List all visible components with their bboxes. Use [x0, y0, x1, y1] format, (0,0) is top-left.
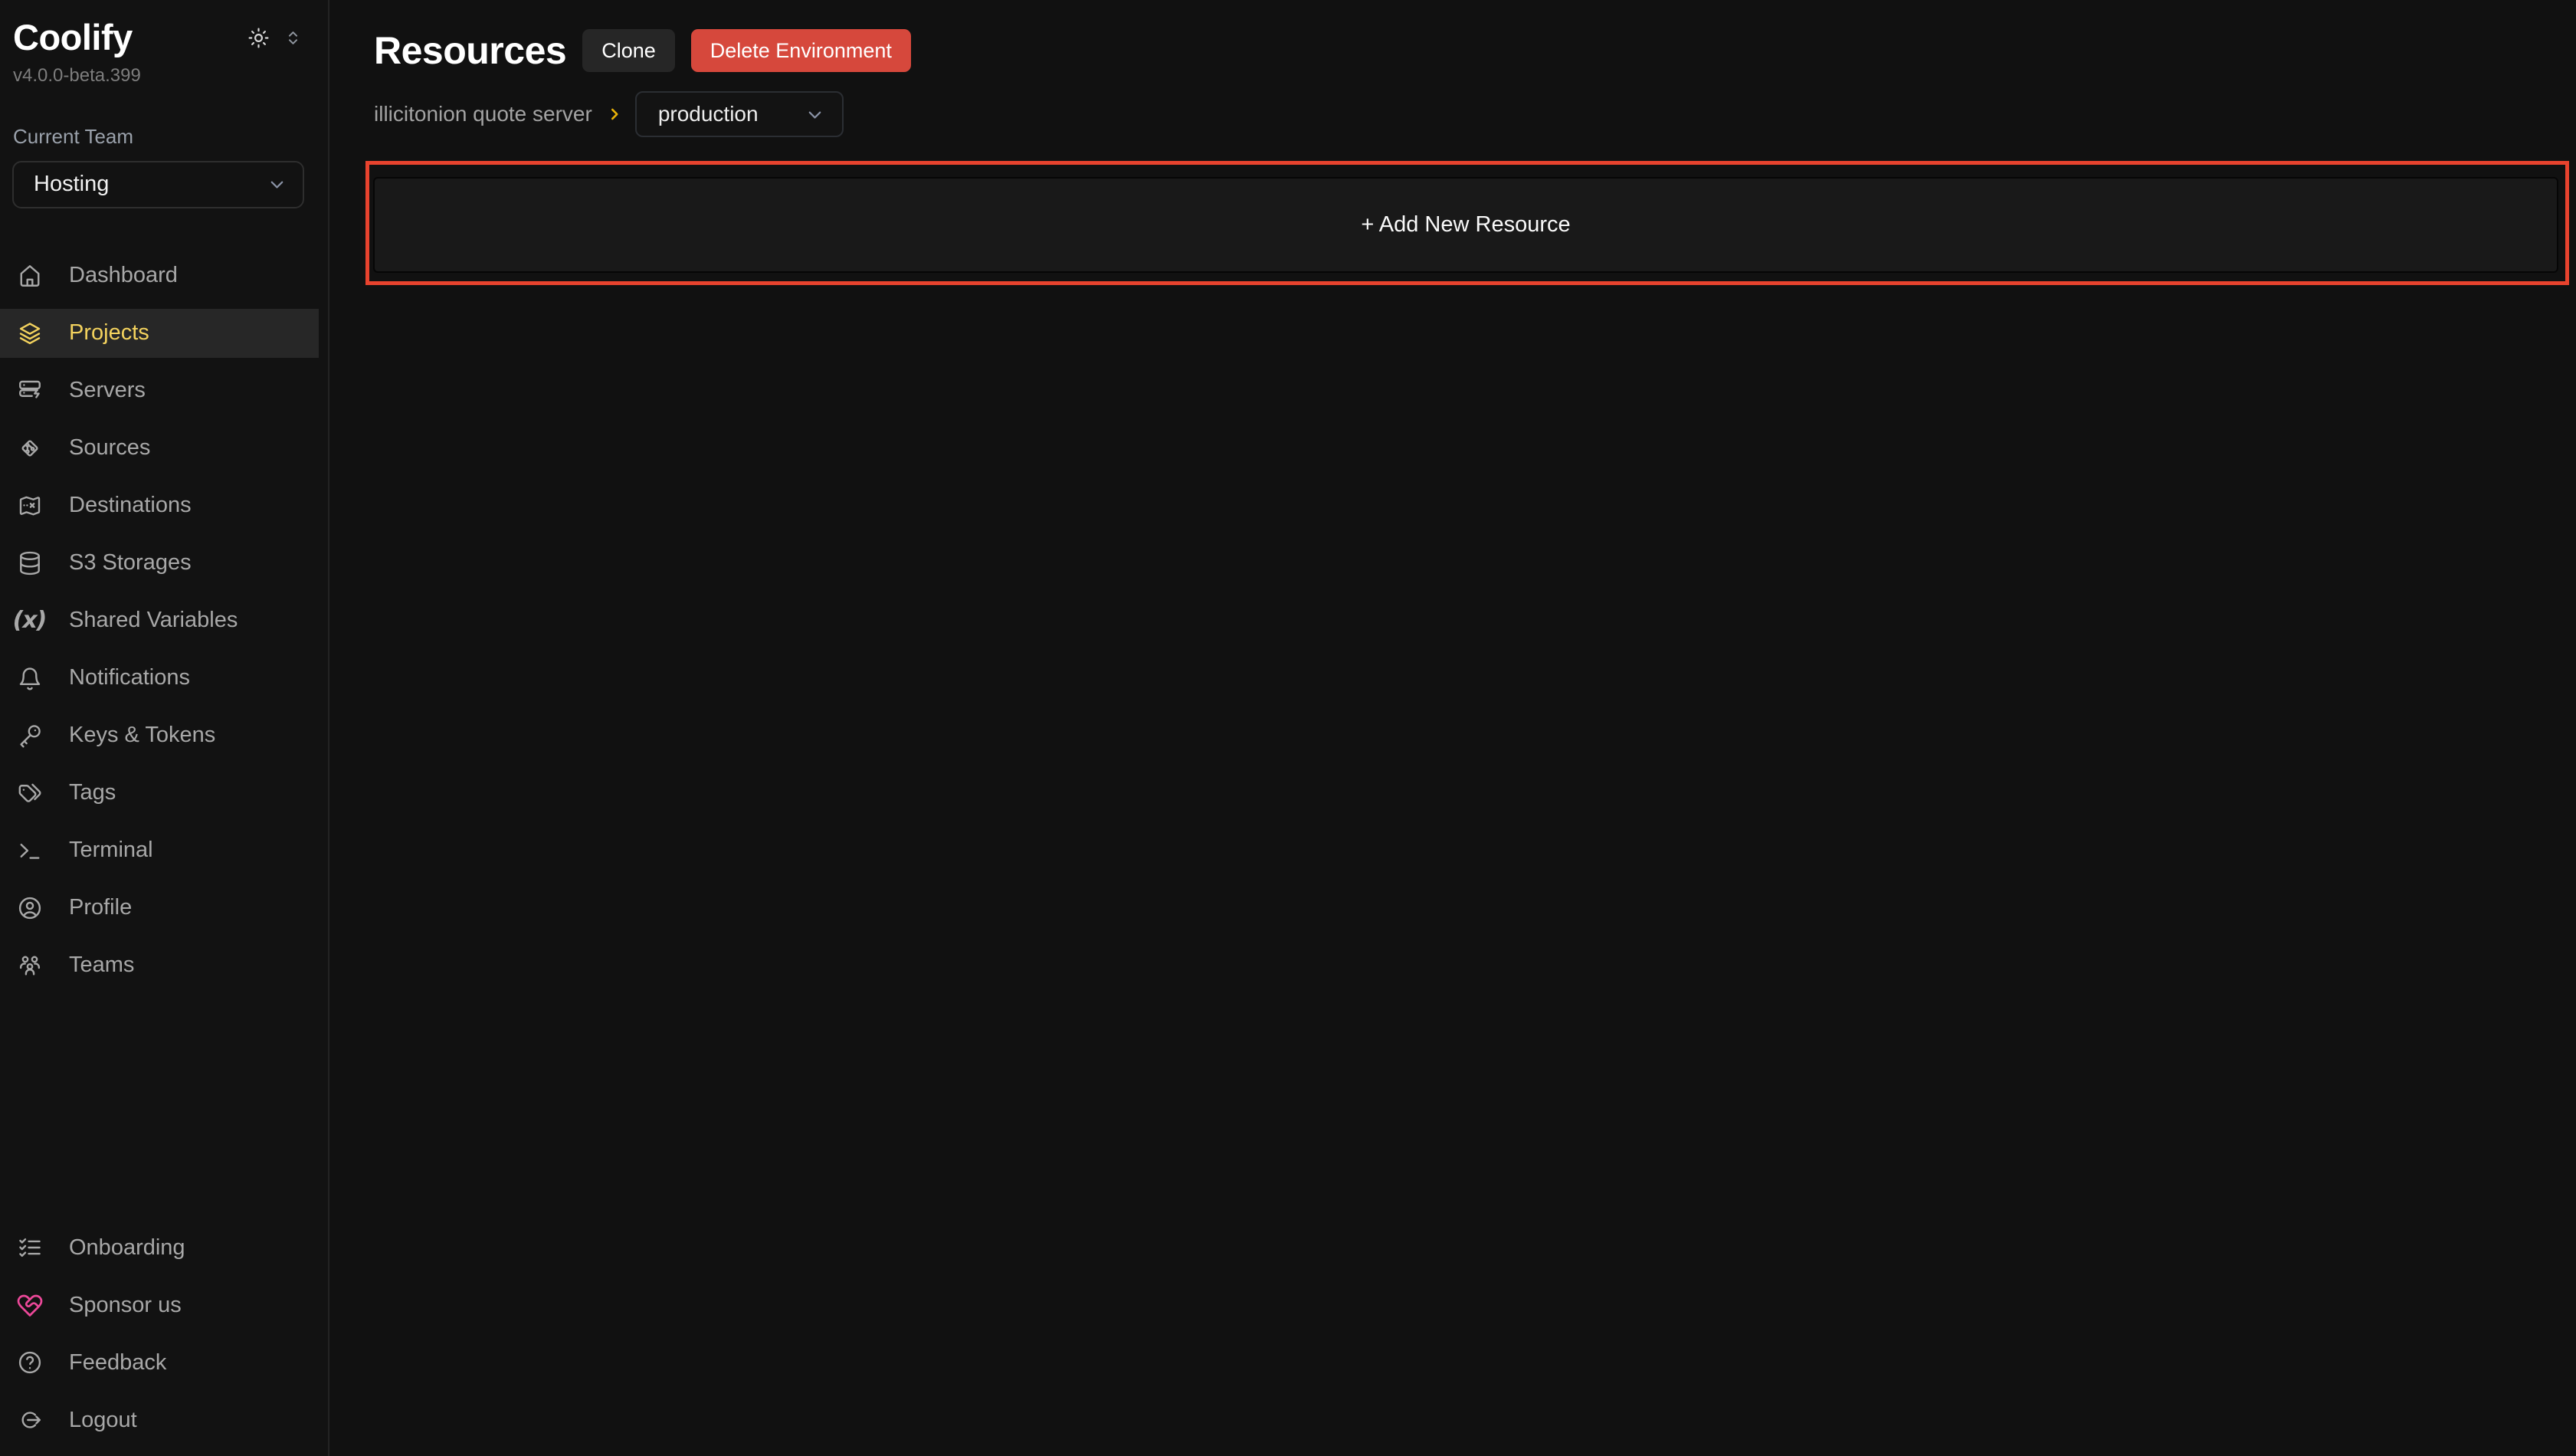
- team-select[interactable]: Hosting: [12, 161, 304, 208]
- clone-button[interactable]: Clone: [582, 29, 675, 72]
- sidebar-item-label: Servers: [69, 378, 146, 403]
- add-new-resource-label: + Add New Resource: [1361, 212, 1570, 238]
- sidebar-item-profile[interactable]: Profile: [0, 884, 319, 933]
- sidebar-item-label: S3 Storages: [69, 550, 192, 576]
- sidebar-item-label: Keys & Tokens: [69, 723, 215, 748]
- key-icon: [15, 721, 44, 749]
- sidebar-item-s3-storages[interactable]: S3 Storages: [0, 539, 319, 588]
- sidebar-item-notifications[interactable]: Notifications: [0, 654, 319, 703]
- user-circle-icon: [15, 894, 44, 922]
- logout-icon: [15, 1406, 44, 1435]
- page-title: Resources: [374, 28, 566, 73]
- chevron-down-icon: [267, 174, 287, 195]
- database-icon: [15, 549, 44, 577]
- sidebar: Coolify v4.0.0-beta.399 Current Team Hos…: [0, 0, 329, 1456]
- heart-hands-icon: [15, 1291, 44, 1320]
- sidebar-item-feedback[interactable]: Feedback: [0, 1338, 319, 1387]
- users-group-icon: [15, 951, 44, 979]
- sidebar-item-sponsor-us[interactable]: Sponsor us: [0, 1281, 319, 1330]
- sidebar-footer-nav: Onboarding Sponsor us Feedback: [0, 1223, 319, 1453]
- tags-icon: [15, 779, 44, 807]
- server-bolt-icon: [15, 376, 44, 405]
- breadcrumb: illicitonion quote server production: [374, 91, 2576, 137]
- sidebar-item-projects[interactable]: Projects: [0, 309, 319, 358]
- sidebar-item-label: Feedback: [69, 1350, 166, 1376]
- help-circle-icon: [15, 1349, 44, 1377]
- git-source-icon: [15, 434, 44, 462]
- sidebar-item-terminal[interactable]: Terminal: [0, 826, 319, 875]
- layers-icon: [15, 319, 44, 347]
- app-logo: Coolify: [13, 15, 133, 61]
- annotation-highlight-box: + Add New Resource: [365, 161, 2569, 285]
- sidebar-item-destinations[interactable]: Destinations: [0, 481, 319, 530]
- chevrons-up-down-icon[interactable]: [283, 28, 303, 48]
- sidebar-item-tags[interactable]: Tags: [0, 769, 319, 818]
- delete-environment-button[interactable]: Delete Environment: [691, 29, 911, 72]
- checklist-icon: [15, 1234, 44, 1262]
- sidebar-item-sources[interactable]: Sources: [0, 424, 319, 473]
- team-select-value: Hosting: [34, 172, 109, 197]
- sidebar-item-teams[interactable]: Teams: [0, 941, 319, 990]
- sidebar-item-label: Tags: [69, 780, 116, 805]
- breadcrumb-project-link[interactable]: illicitonion quote server: [374, 102, 592, 126]
- sidebar-item-label: Logout: [69, 1408, 137, 1433]
- app-version: v4.0.0-beta.399: [13, 65, 328, 87]
- sidebar-item-label: Teams: [69, 953, 134, 978]
- sidebar-item-label: Sponsor us: [69, 1293, 182, 1318]
- sidebar-nav: Dashboard Projects Servers: [0, 251, 319, 990]
- sidebar-item-servers[interactable]: Servers: [0, 366, 319, 415]
- sidebar-item-keys-tokens[interactable]: Keys & Tokens: [0, 711, 319, 760]
- map-x-icon: [15, 491, 44, 520]
- home-icon: [15, 261, 44, 290]
- environment-select-value: production: [658, 102, 759, 126]
- chevron-right-icon: [605, 104, 624, 124]
- sidebar-item-onboarding[interactable]: Onboarding: [0, 1223, 319, 1272]
- bell-icon: [15, 664, 44, 692]
- theme-sun-icon[interactable]: [247, 26, 270, 50]
- main-content: Resources Clone Delete Environment illic…: [331, 0, 2576, 1456]
- sidebar-item-label: Terminal: [69, 838, 153, 863]
- sidebar-item-label: Notifications: [69, 665, 190, 690]
- terminal-icon: [15, 836, 44, 864]
- sidebar-item-label: Destinations: [69, 493, 192, 518]
- page-header: Resources Clone Delete Environment: [374, 27, 2576, 74]
- environment-select[interactable]: production: [635, 91, 844, 137]
- chevron-down-icon: [805, 104, 825, 125]
- sidebar-item-label: Shared Variables: [69, 608, 238, 633]
- variables-icon: (x): [15, 606, 44, 635]
- sidebar-item-logout[interactable]: Logout: [0, 1395, 319, 1445]
- sidebar-item-label: Onboarding: [69, 1235, 185, 1261]
- sidebar-item-label: Projects: [69, 320, 149, 346]
- sidebar-header: Coolify: [0, 0, 328, 61]
- sidebar-item-label: Profile: [69, 895, 132, 920]
- sidebar-item-shared-variables[interactable]: (x) Shared Variables: [0, 596, 319, 645]
- add-new-resource-button[interactable]: + Add New Resource: [373, 177, 2558, 273]
- sidebar-item-label: Sources: [69, 435, 150, 461]
- sidebar-item-label: Dashboard: [69, 263, 178, 288]
- sidebar-item-dashboard[interactable]: Dashboard: [0, 251, 319, 300]
- current-team-label: Current Team: [13, 125, 328, 149]
